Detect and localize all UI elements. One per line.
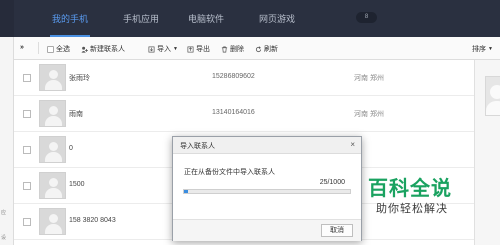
avatar <box>39 208 66 235</box>
import-icon <box>148 46 155 52</box>
progress-fill <box>184 190 189 193</box>
dialog-footer: 取消 <box>173 219 361 241</box>
tab-phone-apps[interactable]: 手机应用 <box>123 12 159 25</box>
import-progress-bar <box>183 189 351 194</box>
select-all-control[interactable]: 全选 <box>47 44 70 54</box>
toolbar-divider <box>38 42 39 54</box>
contact-row[interactable]: 雨南 13140164016 河南 郑州 <box>14 96 474 132</box>
watermark-subtitle: 助你轻松解决 <box>376 202 448 215</box>
delete-button[interactable]: 删除 <box>221 44 244 54</box>
import-contacts-dialog: 导入联系人 × 正在从备份文件中导入联系人 25/1000 取消 <box>172 136 362 241</box>
contact-row[interactable]: 张雨玲 15286809602 河南 郑州 <box>14 60 474 96</box>
add-contact-button[interactable]: 新建联系人 <box>81 44 125 54</box>
add-contact-icon <box>81 46 88 53</box>
expand-toggle[interactable]: » <box>20 44 24 51</box>
refresh-button[interactable]: 刷新 <box>255 44 278 54</box>
row-checkbox[interactable] <box>23 218 31 226</box>
row-checkbox[interactable] <box>23 182 31 190</box>
left-rail: 应 设 <box>0 37 14 245</box>
import-progress-count: 25/1000 <box>319 179 345 186</box>
avatar <box>39 64 66 91</box>
row-checkbox[interactable] <box>23 146 31 154</box>
sort-label: 排序 <box>472 46 486 53</box>
avatar <box>39 100 66 127</box>
cancel-button[interactable]: 取消 <box>321 224 353 237</box>
avatar <box>39 172 66 199</box>
contact-detail-panel <box>474 60 500 245</box>
watermark-logo: 百科全说 助你轻松解决 <box>364 168 464 218</box>
contact-phone: 15286809602 <box>212 73 255 80</box>
add-contact-label: 新建联系人 <box>90 46 125 53</box>
contact-name: 158 3820 8043 <box>69 217 116 224</box>
export-label: 导出 <box>196 46 210 53</box>
row-checkbox[interactable] <box>23 74 31 82</box>
contact-name: 张雨玲 <box>69 75 90 82</box>
delete-label: 删除 <box>230 46 244 53</box>
contact-name: 1500 <box>69 181 85 188</box>
contact-phone: 13140164016 <box>212 109 255 116</box>
top-nav-bar: 我的手机 手机应用 电脑软件 网页游戏 8 <box>0 0 500 37</box>
row-checkbox[interactable] <box>23 110 31 118</box>
close-icon[interactable]: × <box>350 140 355 149</box>
select-all-checkbox[interactable] <box>47 45 54 53</box>
contact-name: 0 <box>69 145 73 152</box>
dialog-title: 导入联系人 <box>180 143 215 150</box>
chevron-down-icon: ▼ <box>173 46 178 52</box>
watermark-title: 百科全说 <box>368 176 452 200</box>
avatar <box>39 136 66 163</box>
toolbar: » 全选 新建联系人 导入 ▼ 导出 删除 刷新 排序 ▼ <box>14 37 500 60</box>
import-status-text: 正在从备份文件中导入联系人 <box>184 169 275 176</box>
expand-icon: » <box>20 44 24 51</box>
tab-my-phone[interactable]: 我的手机 <box>52 12 88 25</box>
sort-button[interactable]: 排序 ▼ <box>472 44 493 54</box>
import-label: 导入 <box>157 46 171 53</box>
notification-badge[interactable]: 8 <box>356 12 377 23</box>
export-icon <box>187 46 194 52</box>
rail-label-apps[interactable]: 应 <box>1 209 6 216</box>
contact-name: 雨南 <box>69 111 83 118</box>
tab-pc-software[interactable]: 电脑软件 <box>188 12 224 25</box>
select-all-label: 全选 <box>56 46 70 53</box>
dialog-title-bar: 导入联系人 × <box>173 137 361 154</box>
chevron-down-icon: ▼ <box>488 46 493 52</box>
rail-label-settings[interactable]: 设 <box>1 234 6 241</box>
contact-location: 河南 郑州 <box>354 111 384 118</box>
nav-left-pad <box>0 0 14 37</box>
avatar <box>485 76 500 116</box>
tab-web-games[interactable]: 网页游戏 <box>259 12 295 25</box>
import-button[interactable]: 导入 ▼ <box>148 44 178 54</box>
refresh-icon <box>255 45 262 52</box>
contact-location: 河南 郑州 <box>354 75 384 82</box>
trash-icon <box>221 46 228 52</box>
export-button[interactable]: 导出 <box>187 44 210 54</box>
refresh-label: 刷新 <box>264 46 278 53</box>
